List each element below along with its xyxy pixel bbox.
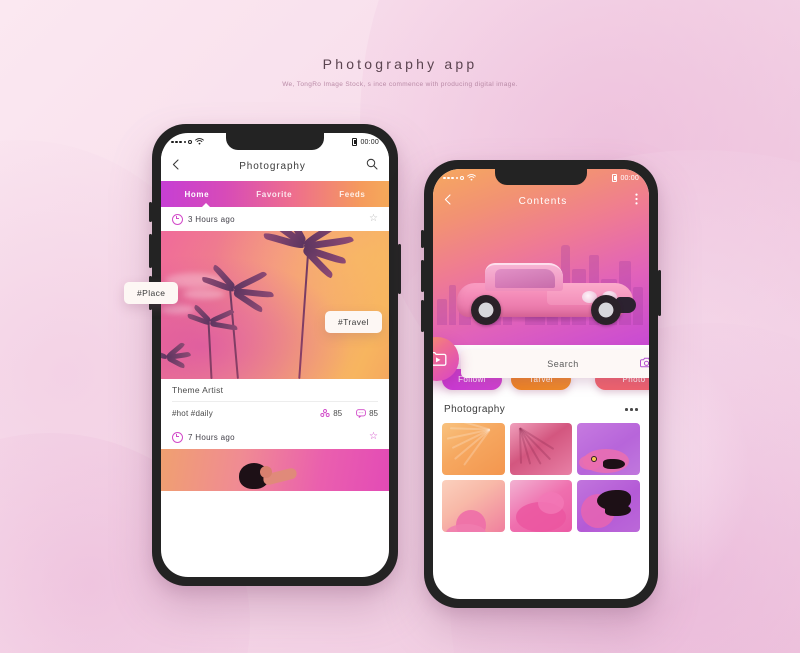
comment-icon <box>356 409 366 418</box>
badge-place[interactable]: #Place <box>124 282 179 304</box>
star-outline-icon[interactable]: ☆ <box>369 214 378 224</box>
status-time: 00:00 <box>360 138 379 146</box>
phone-notch <box>226 133 324 150</box>
feed-card-time: 3 Hours ago <box>188 214 235 224</box>
surfer-beach-photo[interactable] <box>161 449 389 491</box>
app-bar-title: Contents <box>518 195 568 207</box>
app-bar-title: Photography <box>239 160 306 172</box>
signal-dots-icon <box>443 175 465 181</box>
section-title: Photography <box>444 404 506 415</box>
search-icon[interactable] <box>366 157 378 175</box>
back-chevron-icon[interactable] <box>444 192 451 210</box>
feed-card[interactable]: 7 Hours ago ☆ <box>161 425 389 491</box>
clock-icon <box>172 431 183 443</box>
feed-card-meta: 7 Hours ago ☆ <box>161 425 389 449</box>
wifi-icon <box>195 137 205 147</box>
photo-grid-item[interactable]: palm-frond-orange-photo <box>442 423 505 475</box>
phone-side-button[interactable] <box>421 230 424 248</box>
feed-card-tags: #hot #daily <box>172 409 213 418</box>
page-title: Photography app <box>322 56 478 72</box>
app-bar: Contents <box>433 187 649 215</box>
feed-card-time: 7 Hours ago <box>188 432 235 442</box>
comments-stat: 85 <box>356 409 378 418</box>
comments-count: 85 <box>369 409 378 418</box>
phone-notch <box>495 169 587 185</box>
phone-volume-up-button[interactable] <box>149 234 152 268</box>
photo-grid-item[interactable]: palm-frond-pink-photo <box>509 423 573 475</box>
camera-icon[interactable] <box>640 355 649 373</box>
signal-dots-icon <box>171 139 193 145</box>
page-subtitle: We, TongRo Image Stock, s ince commence … <box>282 81 518 88</box>
phone-mockup-two: 00:00 Contents Followi Tarvel Photo Phot… <box>421 160 661 608</box>
search-input[interactable]: Search <box>461 350 649 378</box>
phone-volume-up-button[interactable] <box>421 260 424 292</box>
battery-icon <box>352 138 358 146</box>
app-bar: Photography <box>161 151 389 181</box>
likes-stat: 85 <box>320 409 342 418</box>
tab-home[interactable]: Home <box>185 190 210 199</box>
search-input-value: Search <box>547 359 579 369</box>
photo-grid: palm-frond-orange-photo palm-frond-pink-… <box>433 423 649 532</box>
feed-card-info: Theme Artist #hot #daily 85 85 <box>161 379 389 425</box>
feed-card-meta: 3 Hours ago ☆ <box>161 207 389 231</box>
phone-two-screen: 00:00 Contents Followi Tarvel Photo Phot… <box>433 169 649 599</box>
phone-one-screen: 00:00 Photography Home Favorite Feeds 3 … <box>161 133 389 577</box>
status-time: 00:00 <box>620 174 639 182</box>
clock-icon <box>172 213 183 225</box>
pink-classic-convertible-car-city-skyline <box>443 251 639 329</box>
tab-feeds[interactable]: Feeds <box>339 190 365 199</box>
tab-active-indicator <box>201 203 211 208</box>
phone-volume-down-button[interactable] <box>421 300 424 332</box>
wifi-icon <box>467 173 477 183</box>
palm-trees-sunset-photo <box>161 231 389 379</box>
tab-bar: Home Favorite Feeds <box>161 181 389 208</box>
more-horizontal-icon[interactable] <box>625 408 638 411</box>
section-header: Photography <box>433 404 649 415</box>
photo-grid-item[interactable]: flamingo-head-purple-photo <box>577 480 640 532</box>
phone-power-button[interactable] <box>658 270 661 316</box>
battery-icon <box>612 174 618 182</box>
feed-list: 3 Hours ago ☆ Theme Artist #hot #daily 8… <box>161 207 389 491</box>
photo-grid-item[interactable]: flamingo-float-peach-photo <box>442 480 505 532</box>
star-filled-icon[interactable]: ☆ <box>369 432 378 442</box>
app-mockup-stage: Photography app We, TongRo Image Stock, … <box>0 0 800 653</box>
phone-mockup-one: 00:00 Photography Home Favorite Feeds 3 … <box>149 124 401 586</box>
hero-banner: 00:00 Contents <box>433 169 649 345</box>
photo-grid-item[interactable]: flamingo-float-pink-photo <box>509 480 573 532</box>
people-icon <box>320 409 330 418</box>
more-vertical-icon[interactable] <box>635 192 638 210</box>
tab-favorite[interactable]: Favorite <box>256 190 292 199</box>
phone-power-button[interactable] <box>398 244 401 294</box>
feed-card-artist: Theme Artist <box>172 385 378 402</box>
photo-grid-item[interactable]: flamingo-purple-photo <box>577 423 640 475</box>
feed-card-image[interactable] <box>161 231 389 379</box>
back-chevron-icon[interactable] <box>172 157 179 175</box>
page-heading: Photography app We, TongRo Image Stock, … <box>0 56 800 88</box>
badge-travel[interactable]: #Travel <box>325 311 382 333</box>
phone-side-button[interactable] <box>149 202 152 222</box>
likes-count: 85 <box>333 409 343 418</box>
